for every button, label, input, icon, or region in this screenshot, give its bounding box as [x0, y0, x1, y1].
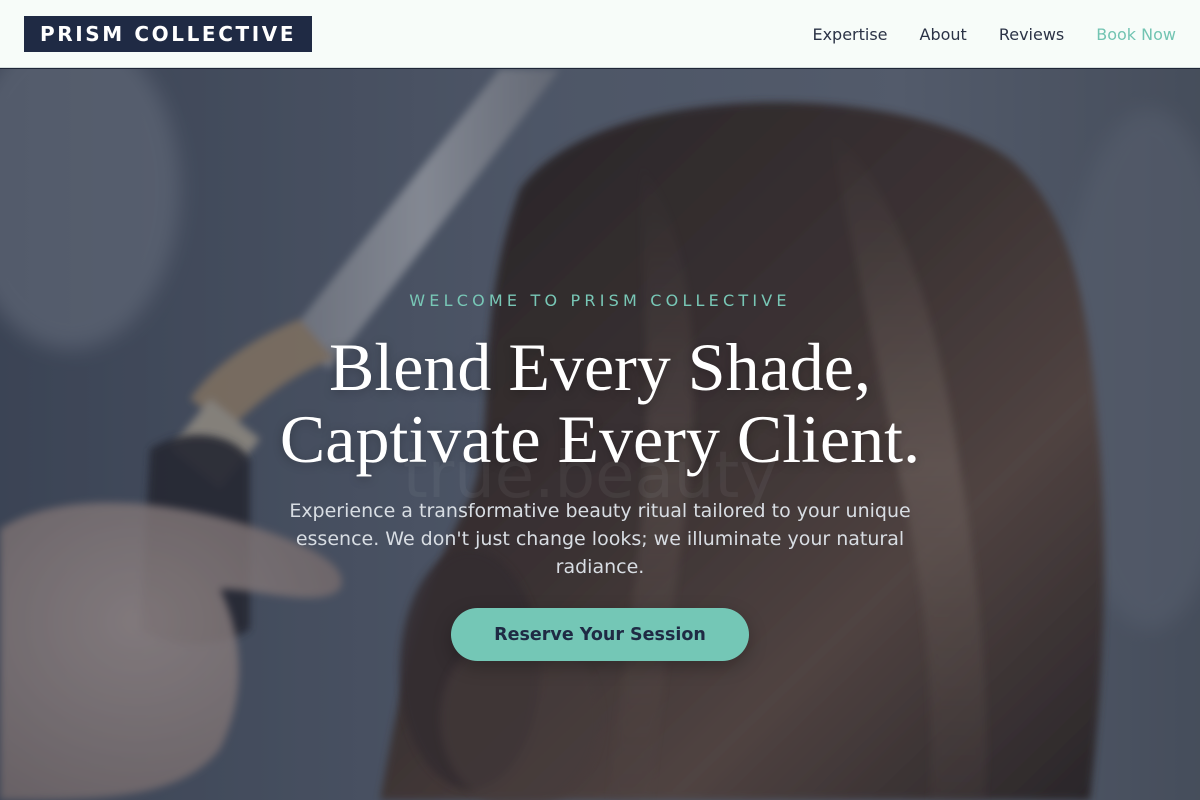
- hero-headline: Blend Every Shade, Captivate Every Clien…: [0, 331, 1200, 475]
- nav-link-reviews[interactable]: Reviews: [999, 25, 1064, 44]
- nav-link-expertise[interactable]: Expertise: [812, 25, 887, 44]
- site-header: PRISM COLLECTIVE Expertise About Reviews…: [0, 0, 1200, 68]
- hero-headline-line-2: Captivate Every Client.: [279, 401, 921, 477]
- hero-headline-line-1: Blend Every Shade,: [329, 329, 871, 405]
- hero-content: WELCOME TO PRISM COLLECTIVE Blend Every …: [0, 69, 1200, 800]
- nav-link-book-now[interactable]: Book Now: [1096, 25, 1176, 44]
- nav-link-about[interactable]: About: [920, 25, 967, 44]
- hero-eyebrow: WELCOME TO PRISM COLLECTIVE: [409, 291, 791, 310]
- reserve-session-button[interactable]: Reserve Your Session: [451, 608, 749, 661]
- hero-section: true.beauty WELCOME TO PRISM COLLECTIVE …: [0, 69, 1200, 800]
- hero-subtext: Experience a transformative beauty ritua…: [289, 500, 911, 578]
- brand-logo[interactable]: PRISM COLLECTIVE: [24, 16, 313, 52]
- main-nav: Expertise About Reviews Book Now: [812, 0, 1176, 68]
